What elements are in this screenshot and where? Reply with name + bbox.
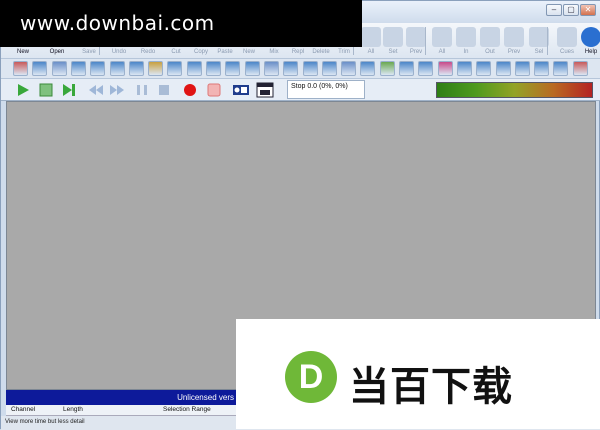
- fade-ramp-button[interactable]: [476, 61, 492, 76]
- fast-forward-icon: [110, 85, 124, 95]
- column-selection-range[interactable]: Selection Range: [163, 406, 211, 413]
- toolbar-button-label: Open: [49, 49, 65, 55]
- noise-removal-button[interactable]: [70, 61, 86, 76]
- watermark-logo: D 当百下载: [236, 319, 600, 429]
- maximize-button[interactable]: ▢: [563, 4, 579, 16]
- toolbar-button-label: New: [242, 49, 255, 55]
- insert-silence-button[interactable]: [206, 61, 221, 76]
- toolbar-button-label: Undo: [111, 49, 127, 55]
- stop-icon: [159, 85, 169, 95]
- spectrum-button[interactable]: [379, 61, 395, 76]
- level-meter: [436, 82, 593, 98]
- pause-button[interactable]: [134, 82, 150, 98]
- chorus-button[interactable]: [186, 61, 202, 76]
- voice-button[interactable]: [437, 61, 453, 76]
- filter-button[interactable]: [109, 61, 125, 76]
- zoom-selection-icon: [529, 27, 549, 47]
- toolbar-separator: [425, 27, 426, 55]
- record-pause-button[interactable]: [206, 82, 222, 98]
- record-icon: [184, 84, 196, 96]
- play-icon: [18, 84, 29, 96]
- zoom-sel-button[interactable]: Sel: [525, 24, 553, 58]
- record-button[interactable]: [182, 82, 198, 98]
- help-icon: [581, 27, 600, 47]
- sphere-effect-button[interactable]: [51, 61, 67, 76]
- record-options-button[interactable]: [232, 82, 250, 98]
- normalize-button[interactable]: [263, 61, 279, 76]
- volume-down-button[interactable]: [514, 61, 530, 76]
- record-stop-icon: [207, 83, 221, 97]
- status-hint: View more time but less detail: [5, 419, 85, 425]
- effects-toolbar: [1, 59, 600, 79]
- equalizer-sliders-button[interactable]: [302, 61, 318, 76]
- toolbar-button-label: Cut: [171, 49, 181, 55]
- transport-toolbar: Stop 0.0 (0%, 0%): [1, 79, 600, 101]
- zoom-previous-icon: [504, 27, 524, 47]
- select-all-icon: [361, 27, 381, 47]
- help-button[interactable]: Help: [577, 24, 600, 58]
- toolbar-button-label: Prev: [507, 49, 521, 55]
- watermark-url: www.downbai.com: [20, 11, 215, 35]
- pitch-dome-button[interactable]: [341, 61, 357, 76]
- close-button[interactable]: ✕: [580, 4, 596, 16]
- zoom-out-icon: [480, 27, 500, 47]
- rewind-button[interactable]: [88, 82, 104, 98]
- toolbar-button-label: New: [16, 49, 29, 55]
- logo-text: 当百下载: [349, 364, 513, 410]
- eq-button[interactable]: [167, 61, 183, 76]
- logo-letter: D: [298, 358, 324, 396]
- fade-out-button[interactable]: [244, 61, 260, 76]
- cue-marker-icon: [557, 27, 577, 47]
- triangle-volume-button[interactable]: [495, 61, 511, 76]
- play-to-end-button[interactable]: [61, 82, 77, 98]
- toolbar-button-label: Sel: [534, 49, 544, 55]
- minimize-button[interactable]: –: [546, 4, 562, 16]
- envelope-button[interactable]: [360, 61, 376, 76]
- wave-arrow-button[interactable]: [90, 61, 106, 76]
- play-to-end-icon: [63, 84, 75, 96]
- play-looped-button[interactable]: [38, 82, 54, 98]
- pause-icon: [137, 85, 147, 95]
- column-length[interactable]: Length: [63, 406, 83, 413]
- stretch-button[interactable]: [32, 61, 48, 76]
- zoom-prev-button[interactable]: Prev: [500, 24, 528, 58]
- speaker-button[interactable]: [553, 61, 569, 76]
- fade-in-button[interactable]: [225, 61, 241, 76]
- zoom-in-icon: [456, 27, 476, 47]
- reverb-button[interactable]: [148, 61, 164, 76]
- zoom-all-icon: [432, 27, 452, 47]
- flanger-button[interactable]: [418, 61, 434, 76]
- rewind-icon: [89, 85, 103, 95]
- loop-button[interactable]: [128, 61, 144, 76]
- center-button[interactable]: [283, 61, 299, 76]
- stop-button[interactable]: [156, 82, 172, 98]
- record-options-icon: [233, 85, 249, 95]
- toolbar-button-label: Redo: [140, 49, 156, 55]
- toolbar-button-label: Help: [584, 49, 598, 55]
- window-icon: [256, 82, 274, 98]
- watermark-banner: www.downbai.com: [0, 0, 362, 47]
- toolbar-separator: [547, 27, 548, 55]
- playback-status-field: Stop 0.0 (0%, 0%): [287, 80, 365, 99]
- loop-play-icon: [39, 83, 53, 97]
- play-button[interactable]: [15, 82, 31, 98]
- column-channel[interactable]: Channel: [11, 406, 35, 413]
- volume-mute-button[interactable]: [534, 61, 550, 76]
- record-source-button[interactable]: [13, 61, 28, 76]
- previous-selection-icon: [406, 27, 426, 47]
- amplify-button[interactable]: [456, 61, 472, 76]
- fast-forward-button[interactable]: [109, 82, 125, 98]
- record-window-button[interactable]: [256, 82, 274, 98]
- delay-button[interactable]: [399, 61, 414, 76]
- compressor-button[interactable]: [321, 61, 337, 76]
- set-selection-icon: [383, 27, 403, 47]
- dither-button[interactable]: [572, 61, 588, 76]
